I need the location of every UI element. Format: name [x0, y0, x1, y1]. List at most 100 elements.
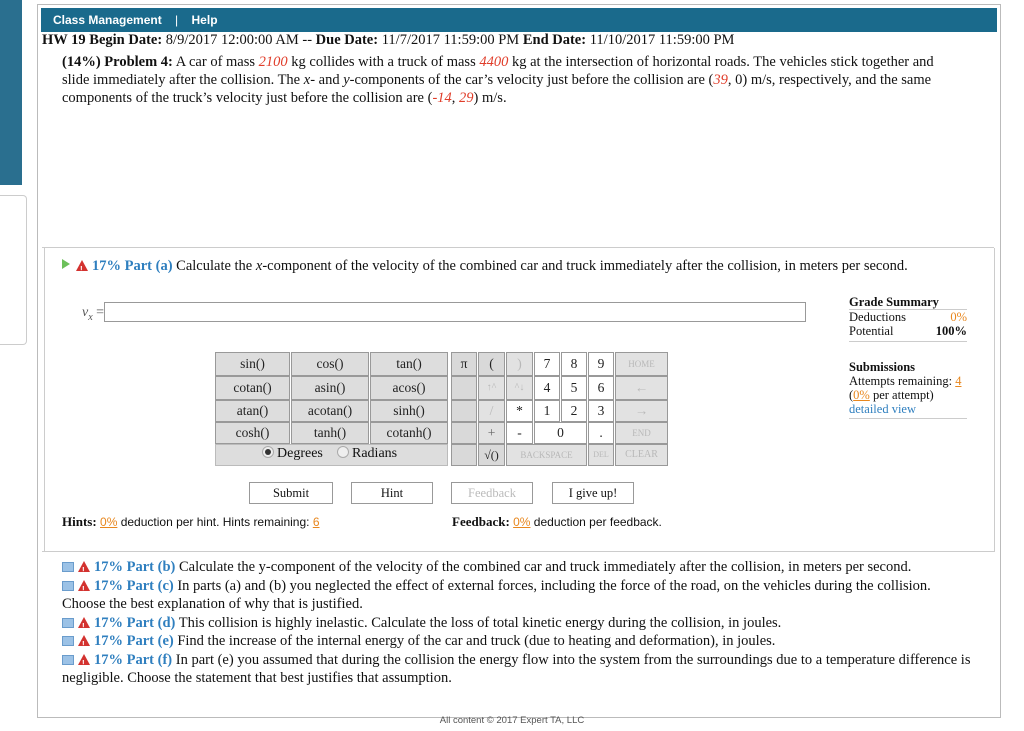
- deductions-label: Deductions: [849, 310, 906, 324]
- problem-text: kg collides with a truck of mass: [287, 54, 480, 70]
- expand-arrow-icon[interactable]: [62, 259, 70, 269]
- part-a-question: 17% Part (a) Calculate the x-component o…: [62, 257, 962, 279]
- multiply-button[interactable]: *: [506, 400, 533, 422]
- right-paren-button[interactable]: ): [506, 352, 533, 376]
- warning-icon: [76, 260, 88, 279]
- degrees-radio[interactable]: Degrees: [262, 446, 323, 462]
- due-separator: --: [302, 32, 313, 48]
- hw-name: HW 19: [42, 32, 86, 48]
- begin-label: Begin Date:: [89, 32, 163, 48]
- sin-button[interactable]: sin(): [215, 352, 290, 376]
- part-f-text: In part (e) you assumed that during the …: [62, 651, 971, 687]
- digit-7-button[interactable]: 7: [534, 352, 560, 376]
- part-e-text: Find the increase of the internal energy…: [173, 633, 776, 649]
- nav-help[interactable]: Help: [192, 8, 218, 32]
- collapse-icon[interactable]: [62, 654, 74, 665]
- feedback-button[interactable]: Feedback: [451, 482, 533, 504]
- cosh-button[interactable]: cosh(): [215, 422, 290, 444]
- superscript-up-button[interactable]: ↑^: [478, 376, 505, 400]
- blank-key: [451, 376, 477, 400]
- part-d-label[interactable]: 17% Part (d): [94, 615, 175, 631]
- cursor-left-button[interactable]: ←: [615, 376, 668, 400]
- part-f-item[interactable]: 17% Part (f) In part (e) you assumed tha…: [62, 651, 972, 688]
- superscript-down-button[interactable]: ^↓: [506, 376, 533, 400]
- sinh-button[interactable]: sinh(): [370, 400, 448, 422]
- part-c-label[interactable]: 17% Part (c): [94, 578, 174, 594]
- collapse-icon[interactable]: [62, 617, 74, 628]
- grade-summary-title: Grade Summary: [849, 295, 967, 310]
- answer-input[interactable]: [104, 302, 806, 322]
- part-a-text: Calculate the: [172, 258, 256, 274]
- potential-row: Potential 100%: [849, 324, 967, 342]
- part-e-item[interactable]: 17% Part (e) Find the increase of the in…: [62, 632, 972, 655]
- hints-label: Hints:: [62, 514, 97, 529]
- digit-5-button[interactable]: 5: [561, 376, 587, 400]
- tan-button[interactable]: tan(): [370, 352, 448, 376]
- truck-vy-value: 29: [459, 90, 474, 106]
- cos-button[interactable]: cos(): [291, 352, 369, 376]
- acotan-button[interactable]: acotan(): [291, 400, 369, 422]
- tanh-button[interactable]: tanh(): [291, 422, 369, 444]
- atan-button[interactable]: atan(): [215, 400, 290, 422]
- truck-vx-value: -14: [432, 90, 452, 106]
- collapse-icon[interactable]: [62, 636, 74, 646]
- minus-button[interactable]: -: [506, 422, 533, 444]
- left-paren-button[interactable]: (: [478, 352, 505, 376]
- cotanh-button[interactable]: cotanh(): [370, 422, 448, 444]
- radio-unselected-icon: [337, 446, 349, 458]
- nav-class-management[interactable]: Class Management: [53, 8, 162, 32]
- collapse-icon[interactable]: [62, 562, 74, 572]
- digit-6-button[interactable]: 6: [588, 376, 614, 400]
- divide-button[interactable]: /: [478, 400, 505, 422]
- digit-3-button[interactable]: 3: [588, 400, 614, 422]
- backspace-button[interactable]: BACKSPACE: [506, 444, 587, 466]
- radio-selected-icon: [262, 446, 274, 458]
- digit-8-button[interactable]: 8: [561, 352, 587, 376]
- home-button[interactable]: HOME: [615, 352, 668, 376]
- part-b-item[interactable]: 17% Part (b) Calculate the y-component o…: [62, 558, 972, 581]
- give-up-button[interactable]: I give up!: [552, 482, 634, 504]
- cursor-right-button[interactable]: →: [615, 400, 668, 422]
- delete-button[interactable]: DEL: [588, 444, 614, 466]
- part-d-item[interactable]: 17% Part (d) This collision is highly in…: [62, 614, 972, 636]
- detailed-view-link[interactable]: detailed view: [849, 402, 916, 416]
- sqrt-button[interactable]: √(): [478, 444, 505, 466]
- clear-button[interactable]: CLEAR: [615, 444, 668, 466]
- per-attempt-text: per attempt): [869, 388, 934, 402]
- nav-separator: |: [175, 13, 179, 27]
- cotan-button[interactable]: cotan(): [215, 376, 290, 400]
- plus-button[interactable]: +: [478, 422, 505, 444]
- part-b-label[interactable]: 17% Part (b): [94, 559, 175, 575]
- part-a-label[interactable]: 17% Part (a): [92, 258, 173, 274]
- part-c-item[interactable]: 17% Part (c) In parts (a) and (b) you ne…: [62, 577, 972, 614]
- digit-9-button[interactable]: 9: [588, 352, 614, 376]
- digit-0-button[interactable]: 0: [534, 422, 587, 444]
- part-f-label[interactable]: 17% Part (f): [94, 652, 172, 668]
- decimal-button[interactable]: .: [588, 422, 614, 444]
- submissions-title: Submissions: [849, 360, 916, 374]
- attempts-label: Attempts remaining:: [849, 374, 956, 388]
- acos-button[interactable]: acos(): [370, 376, 448, 400]
- pi-button[interactable]: π: [451, 352, 477, 376]
- due-value: 11/7/2017 11:59:00 PM: [381, 32, 520, 48]
- begin-value: 8/9/2017 12:00:00 AM: [165, 32, 299, 48]
- end-button[interactable]: END: [615, 422, 668, 444]
- feedback-percent: 0%: [513, 515, 531, 529]
- radians-radio[interactable]: Radians: [337, 446, 397, 462]
- digit-2-button[interactable]: 2: [561, 400, 587, 422]
- hint-button[interactable]: Hint: [351, 482, 433, 504]
- per-attempt-row: (0% per attempt): [849, 388, 967, 402]
- part-e-label[interactable]: 17% Part (e): [94, 633, 174, 649]
- submit-button[interactable]: Submit: [249, 482, 333, 504]
- car-vx-value: 39: [713, 72, 728, 88]
- collapse-icon[interactable]: [62, 580, 74, 591]
- car-mass-value: 2100: [258, 54, 288, 70]
- part-a-text: -component of the velocity of the combin…: [262, 258, 908, 274]
- digit-1-button[interactable]: 1: [534, 400, 560, 422]
- asin-button[interactable]: asin(): [291, 376, 369, 400]
- truck-mass-value: 4400: [479, 54, 509, 70]
- degrees-label: Degrees: [277, 446, 323, 461]
- left-sidebar-decoration: [0, 0, 22, 185]
- digit-4-button[interactable]: 4: [534, 376, 560, 400]
- deductions-value: 0%: [950, 310, 967, 324]
